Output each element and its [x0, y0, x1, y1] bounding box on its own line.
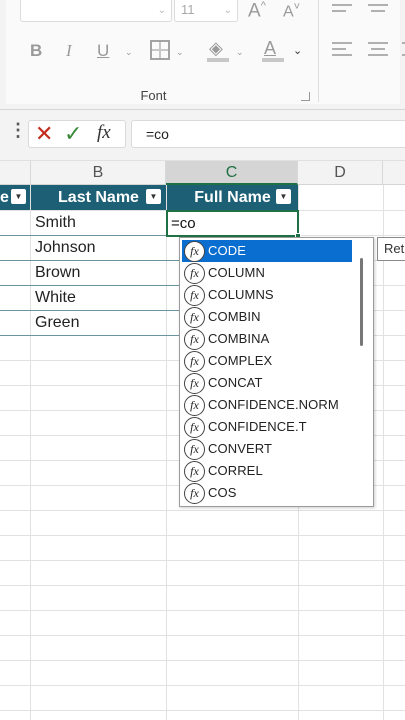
autocomplete-item-label: CONFIDENCE.T	[208, 419, 307, 434]
autocomplete-item[interactable]: fx CORREL	[182, 460, 352, 482]
column-header-d[interactable]: D	[298, 161, 383, 185]
table-cell-last-name[interactable]: White	[35, 285, 76, 310]
more-options-icon[interactable]: ⋮	[9, 120, 27, 141]
function-icon: fx	[184, 263, 205, 284]
group-divider	[318, 0, 319, 102]
font-color-swatch	[262, 58, 284, 62]
autocomplete-item-label: COMBINA	[208, 331, 270, 346]
autocomplete-item[interactable]: fx COS	[182, 482, 352, 504]
function-icon: fx	[184, 439, 205, 460]
autocomplete-item-label: COLUMN	[208, 265, 265, 280]
fill-color-icon[interactable]: ◈	[209, 38, 223, 59]
decrease-font-size-icon[interactable]: A˅	[283, 1, 300, 21]
column-header-b[interactable]: B	[31, 161, 166, 185]
autocomplete-item[interactable]: fx CONFIDENCE.T	[182, 416, 352, 438]
autocomplete-item[interactable]: fx CODE	[182, 240, 352, 262]
scrollbar-thumb[interactable]	[360, 258, 363, 346]
autocomplete-item-label: CODE	[208, 243, 246, 258]
table-cell-last-name[interactable]: Smith	[35, 210, 76, 235]
formula-bar: ⋮ ✕ ✓ fx =co	[0, 110, 405, 160]
table-header-full-name[interactable]: Full Name ▼	[167, 185, 298, 210]
filter-sort-icon[interactable]: ▼	[276, 189, 291, 204]
font-group: ⌄ 11 ⌄ A^ A˅ B I U ⌄ ⌄ ◈ ⌄ A ⌄ Font	[6, 0, 405, 104]
font-group-label: Font	[140, 88, 167, 103]
function-tooltip: Ret	[377, 237, 405, 261]
table-cell-last-name[interactable]: Johnson	[35, 235, 96, 260]
active-cell[interactable]: =co	[166, 210, 301, 239]
check-icon[interactable]: ✓	[64, 121, 82, 147]
table-header-first-name[interactable]: e ▼	[0, 185, 30, 210]
autocomplete-item[interactable]: fx COLUMNS	[182, 284, 352, 306]
ribbon: ⌄ 11 ⌄ A^ A˅ B I U ⌄ ⌄ ◈ ⌄ A ⌄ Font	[0, 0, 405, 110]
function-icon: fx	[184, 483, 205, 504]
align-top-icon[interactable]	[332, 3, 354, 17]
chevron-down-icon: ⌄	[223, 5, 232, 16]
table-cell-last-name[interactable]: Brown	[35, 260, 80, 285]
function-icon: fx	[184, 417, 205, 438]
autocomplete-item[interactable]: fx COMBIN	[182, 306, 352, 328]
function-icon: fx	[184, 373, 205, 394]
formula-actions: ✕ ✓ fx	[28, 120, 126, 148]
borders-icon[interactable]	[150, 40, 170, 60]
table-header-last-name[interactable]: Last Name ▼	[31, 185, 166, 210]
function-icon: fx	[184, 461, 205, 482]
align-left-icon[interactable]	[332, 40, 354, 60]
autocomplete-item-label: COLUMNS	[208, 287, 274, 302]
font-size-combo[interactable]: 11 ⌄	[174, 0, 238, 22]
underline-dropdown-icon[interactable]: ⌄	[125, 47, 133, 58]
column-header-row: B C D	[0, 160, 405, 185]
align-middle-icon[interactable]	[368, 3, 390, 17]
autocomplete-item-label: COMPLEX	[208, 353, 273, 368]
insert-function-button[interactable]: fx	[97, 122, 111, 144]
function-icon: fx	[184, 329, 205, 350]
align-center-icon[interactable]	[368, 40, 390, 60]
autocomplete-item-label: CONCAT	[208, 375, 263, 390]
formula-input[interactable]: =co	[131, 120, 405, 148]
table-header-label: e	[0, 189, 9, 206]
autocomplete-item-label: CORREL	[208, 463, 263, 478]
fill-color-swatch	[207, 58, 229, 62]
active-cell-value: =co	[171, 215, 196, 232]
column-header-c[interactable]: C	[166, 161, 298, 185]
underline-button[interactable]: U	[97, 41, 109, 61]
autocomplete-item[interactable]: fx COMBINA	[182, 328, 352, 350]
autocomplete-item-label: CONFIDENCE.NORM	[208, 397, 339, 412]
function-autocomplete-list[interactable]: fx CODE fx COLUMN fx COLUMNS fx COMBIN f…	[179, 237, 374, 507]
font-name-combo[interactable]: ⌄	[20, 0, 172, 22]
autocomplete-item[interactable]: fx CONFIDENCE.NORM	[182, 394, 352, 416]
chevron-down-icon: ⌄	[157, 5, 166, 16]
autocomplete-item[interactable]: fx COLUMN	[182, 262, 352, 284]
increase-font-size-icon[interactable]: A^	[248, 0, 266, 22]
table-header-label: Last Name	[58, 189, 139, 206]
font-size-value: 11	[181, 2, 195, 17]
fill-color-dropdown-icon[interactable]: ⌄	[236, 47, 244, 58]
autocomplete-item[interactable]: fx CONCAT	[182, 372, 352, 394]
font-color-button[interactable]: A	[264, 38, 276, 59]
dialog-launcher-icon[interactable]	[301, 92, 310, 101]
function-icon: fx	[184, 395, 205, 416]
column-header-e[interactable]	[383, 161, 405, 185]
autocomplete-item-label: COS	[208, 485, 237, 500]
column-header-a[interactable]	[0, 161, 31, 185]
table-cell-last-name[interactable]: Green	[35, 310, 79, 335]
bold-button[interactable]: B	[30, 41, 42, 61]
function-icon: fx	[184, 351, 205, 372]
filter-dropdown-icon[interactable]: ▼	[11, 189, 26, 204]
function-icon: fx	[184, 241, 205, 262]
autocomplete-item-label: COMBIN	[208, 309, 261, 324]
borders-dropdown-icon[interactable]: ⌄	[176, 47, 184, 58]
italic-button[interactable]: I	[66, 41, 72, 61]
function-icon: fx	[184, 307, 205, 328]
autocomplete-item[interactable]: fx COMPLEX	[182, 350, 352, 372]
filter-dropdown-icon[interactable]: ▼	[146, 189, 161, 204]
cancel-icon[interactable]: ✕	[35, 121, 53, 147]
function-icon: fx	[184, 285, 205, 306]
font-color-dropdown-icon[interactable]: ⌄	[293, 44, 302, 57]
table-header-label: Full Name	[194, 189, 271, 206]
autocomplete-item-label: CONVERT	[208, 441, 273, 456]
autocomplete-item[interactable]: fx CONVERT	[182, 438, 352, 460]
